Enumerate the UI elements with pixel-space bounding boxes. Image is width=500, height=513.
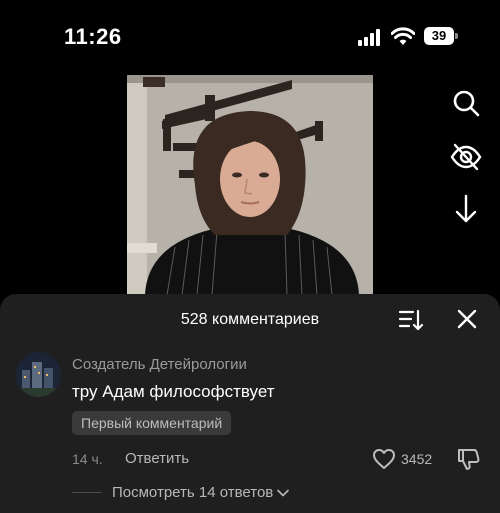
hide-button[interactable] [448,139,484,175]
comment-time: 14 ч. [72,451,103,467]
comment-author[interactable]: Создатель Детейрологии [72,356,247,373]
reply-button[interactable]: Ответить [125,450,189,467]
comment-text: тру Адам философствует [72,382,275,401]
battery-icon: 39 [424,27,458,45]
dislike-button[interactable] [456,446,482,472]
arrow-down-icon [455,194,477,223]
replies-divider [72,492,102,493]
status-bar: 11:26 39 [0,0,500,70]
status-time: 11:26 [64,24,122,49]
sort-button[interactable] [398,307,424,333]
view-replies-label: Посмотреть 14 ответов [112,484,274,501]
search-button[interactable] [448,85,484,121]
avatar[interactable] [16,352,61,397]
like-button[interactable]: 3452 [372,446,432,472]
chevron-down-icon [277,489,290,496]
comments-count-title: 528 комментариев [180,311,320,328]
battery-level: 39 [424,27,454,45]
video-frame [127,75,373,295]
thumbs-down-icon [458,449,480,470]
heart-icon [373,449,395,469]
like-count: 3452 [401,451,433,467]
avatar-image [16,352,61,397]
comments-sheet: 528 комментариев Создатель Детейрологии … [0,294,500,513]
signal-icon [358,28,384,46]
wifi-icon [390,26,416,46]
close-button[interactable] [455,307,479,331]
sort-icon [398,309,424,331]
eye-off-icon [450,143,482,171]
search-icon [453,90,480,117]
close-icon [457,309,477,329]
view-replies-button[interactable]: Посмотреть 14 ответов [112,484,290,501]
first-comment-badge: Первый комментарий [72,411,232,435]
download-button[interactable] [448,191,484,227]
video-player[interactable] [127,75,373,295]
